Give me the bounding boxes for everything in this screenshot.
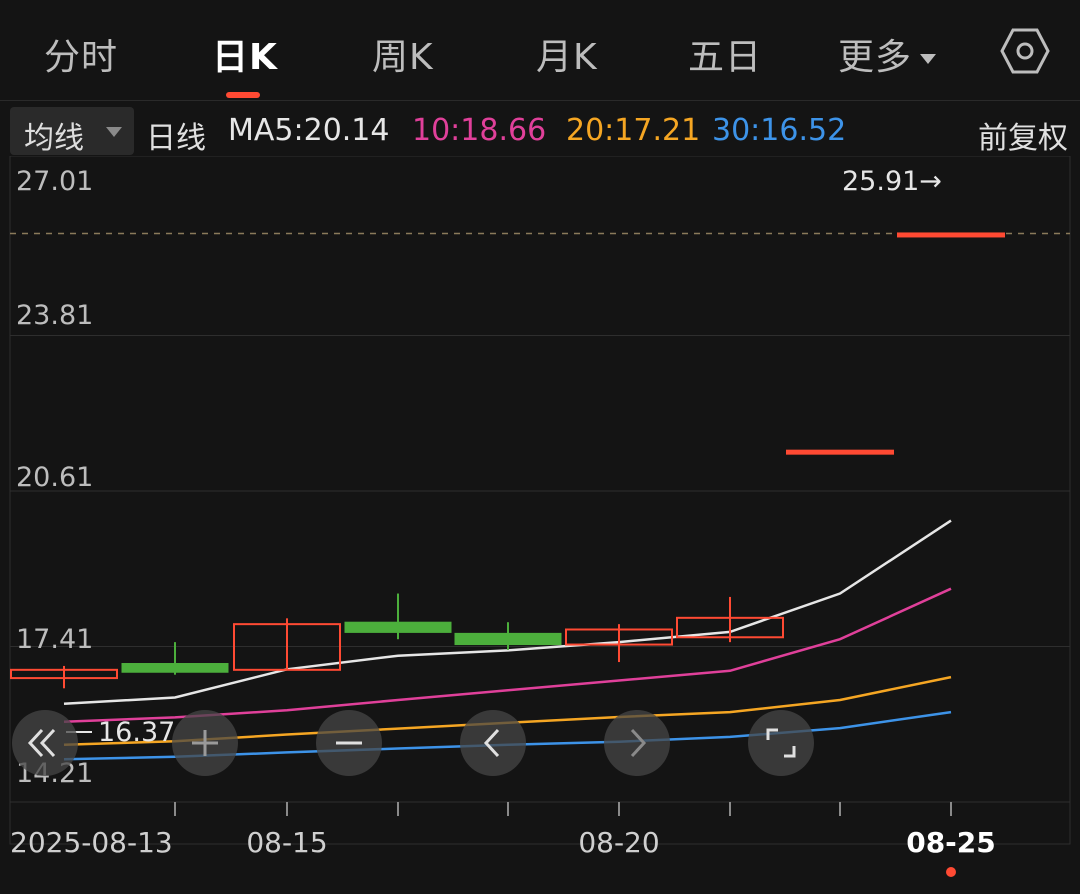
y-tick-label: 27.01 [16,166,93,197]
zoom-out-button[interactable] [316,710,382,776]
double-chevron-left-icon [27,728,56,758]
tab-more-label: 更多 [838,37,913,78]
period-tabs: 分时 日K 周K 月K 五日 更多 [0,0,1080,100]
chevron-down-icon [106,127,122,137]
ma5-value: MA5:20.14 [228,113,390,148]
fullscreen-button[interactable] [748,710,814,776]
settings-gear-icon[interactable] [1000,28,1050,74]
candle-body-down [121,663,229,673]
low-price-marker: 16.37 [98,717,175,748]
chevron-left-icon [483,728,500,758]
candle-body-down [344,621,452,633]
scroll-left-button[interactable] [460,710,526,776]
high-price-marker: 25.91→ [842,166,942,197]
ma-selector-label: 均线 [24,121,84,156]
x-tick-label: 08-25 [906,826,996,859]
moving-average-bar: 均线 日线 MA5:20.14 10:18.66 20:17.21 30:16.… [0,100,1080,157]
tab-weekly-k[interactable]: 周K [372,28,434,80]
candle-body-up [786,449,894,455]
x-tick-label: 08-20 [578,826,659,859]
period-label: 日线 [146,121,206,156]
ma20-value: 20:17.21 [566,113,701,148]
tab-monthly-k[interactable]: 月K [536,28,598,80]
active-tab-indicator [226,92,260,98]
ma-selector[interactable]: 均线 [10,107,134,156]
y-tick-label: 23.81 [16,300,93,331]
ma30-value: 30:16.52 [712,113,847,148]
tab-intraday[interactable]: 分时 [44,28,118,80]
x-tick-label: 08-15 [246,826,327,859]
y-tick-label: 17.41 [16,624,93,655]
kline-chart-svg[interactable]: 27.0123.8120.6117.4114.2125.91→16.372025… [0,155,1080,890]
zoom-in-button[interactable] [172,710,238,776]
candle-body-up [897,232,1005,238]
minus-icon [336,741,362,745]
adjustment-mode[interactable]: 前复权 [978,113,1068,157]
caret-down-icon [920,54,937,64]
plus-icon [192,730,218,756]
candle-body-down [454,632,562,646]
tab-daily-k[interactable]: 日K [212,28,278,80]
kline-chart[interactable]: 27.0123.8120.6117.4114.2125.91→16.372025… [0,155,1080,890]
x-tick-label: 2025-08-13 [10,826,173,859]
scroll-right-button[interactable] [604,710,670,776]
ma-line-ma5 [63,519,952,706]
tab-more[interactable]: 更多 [838,28,937,80]
y-tick-label: 20.61 [16,462,93,493]
ma10-value: 10:18.66 [412,113,547,148]
fullscreen-icon [766,728,796,758]
chevron-right-icon [630,728,647,758]
current-day-dot [946,867,956,877]
tab-five-day[interactable]: 五日 [688,28,762,80]
scroll-left-fast-button[interactable] [12,710,78,776]
